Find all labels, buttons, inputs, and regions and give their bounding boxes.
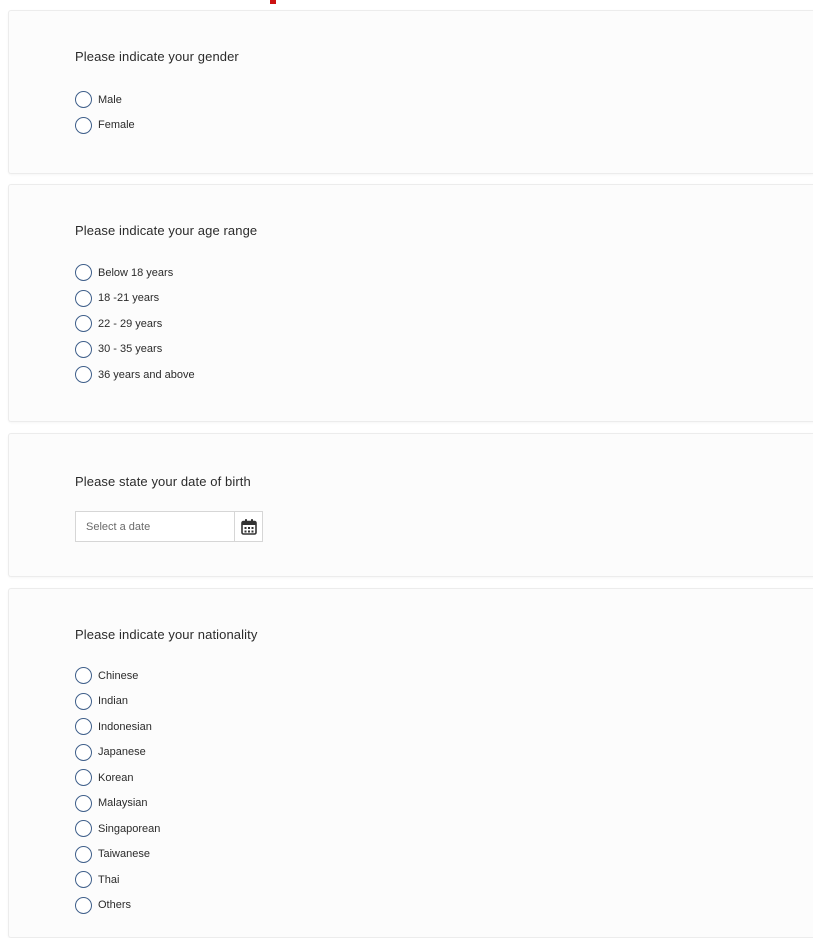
radio-circle-icon[interactable] — [75, 718, 92, 736]
option-label: 36 years and above — [98, 368, 195, 381]
option-label: Indonesian — [98, 720, 152, 733]
nationality-option-chinese[interactable]: Chinese — [75, 663, 160, 689]
question-dob-label: Please state your date of birth — [75, 474, 251, 489]
age-option-30-35[interactable]: 30 - 35 years — [75, 337, 195, 363]
question-card-nationality: Please indicate your nationality Chinese… — [8, 588, 813, 938]
radio-circle-icon[interactable] — [75, 366, 92, 384]
age-option-below-18[interactable]: Below 18 years — [75, 260, 195, 286]
gender-option-male[interactable]: Male — [75, 87, 135, 113]
age-option-22-29[interactable]: 22 - 29 years — [75, 311, 195, 337]
radio-circle-icon[interactable] — [75, 743, 92, 761]
question-age-label: Please indicate your age range — [75, 223, 258, 238]
nationality-option-malaysian[interactable]: Malaysian — [75, 791, 160, 817]
question-card-age: Please indicate your age range Below 18 … — [8, 184, 813, 422]
radio-circle-icon[interactable] — [75, 340, 92, 358]
radio-circle-icon[interactable] — [75, 769, 92, 787]
option-label: Others — [98, 899, 132, 912]
age-options: Below 18 years 18 -21 years 22 - 29 year… — [75, 260, 195, 388]
nationality-option-thai[interactable]: Thai — [75, 867, 160, 893]
question-nationality-label: Please indicate your nationality — [75, 627, 258, 642]
age-option-18-21[interactable]: 18 -21 years — [75, 286, 195, 312]
question-gender-label: Please indicate your gender — [75, 49, 239, 64]
nationality-option-singaporean[interactable]: Singaporean — [75, 816, 160, 842]
option-label: Japanese — [98, 746, 146, 759]
option-label: Female — [98, 119, 135, 132]
nationality-option-indian[interactable]: Indian — [75, 689, 160, 715]
gender-options: Male Female — [75, 87, 135, 138]
option-label: Chinese — [98, 669, 139, 682]
option-label: Indian — [98, 695, 128, 708]
question-card-gender: Please indicate your gender Male Female — [8, 10, 813, 174]
option-label: Singaporean — [98, 822, 161, 835]
radio-circle-icon[interactable] — [75, 289, 92, 307]
nationality-option-others[interactable]: Others — [75, 893, 160, 919]
calendar-icon — [240, 518, 257, 535]
option-label: Malaysian — [98, 797, 148, 810]
option-label: 30 - 35 years — [98, 343, 163, 356]
option-label: Korean — [98, 771, 134, 784]
option-label: Male — [98, 93, 122, 106]
option-label: Below 18 years — [98, 266, 174, 279]
radio-circle-icon[interactable] — [75, 692, 92, 710]
age-option-36-above[interactable]: 36 years and above — [75, 362, 195, 388]
radio-circle-icon[interactable] — [75, 264, 92, 282]
radio-circle-icon[interactable] — [75, 315, 92, 333]
top-red-mark — [270, 0, 276, 4]
nationality-option-taiwanese[interactable]: Taiwanese — [75, 842, 160, 868]
date-input[interactable] — [75, 511, 235, 542]
option-label: 18 -21 years — [98, 292, 160, 305]
radio-circle-icon[interactable] — [75, 794, 92, 812]
question-card-dob: Please state your date of birth — [8, 433, 813, 577]
date-picker — [75, 511, 263, 542]
calendar-button[interactable] — [235, 511, 263, 542]
nationality-option-japanese[interactable]: Japanese — [75, 740, 160, 766]
nationality-option-indonesian[interactable]: Indonesian — [75, 714, 160, 740]
radio-circle-icon[interactable] — [75, 896, 92, 914]
option-label: Thai — [98, 873, 120, 886]
nationality-option-korean[interactable]: Korean — [75, 765, 160, 791]
gender-option-female[interactable]: Female — [75, 113, 135, 139]
radio-circle-icon[interactable] — [75, 116, 92, 134]
radio-circle-icon[interactable] — [75, 667, 92, 685]
option-label: Taiwanese — [98, 848, 150, 861]
radio-circle-icon[interactable] — [75, 871, 92, 889]
radio-circle-icon[interactable] — [75, 820, 92, 838]
radio-circle-icon[interactable] — [75, 845, 92, 863]
radio-circle-icon[interactable] — [75, 91, 92, 109]
nationality-options: Chinese Indian Indonesian Japanese Korea… — [75, 663, 160, 918]
option-label: 22 - 29 years — [98, 317, 163, 330]
